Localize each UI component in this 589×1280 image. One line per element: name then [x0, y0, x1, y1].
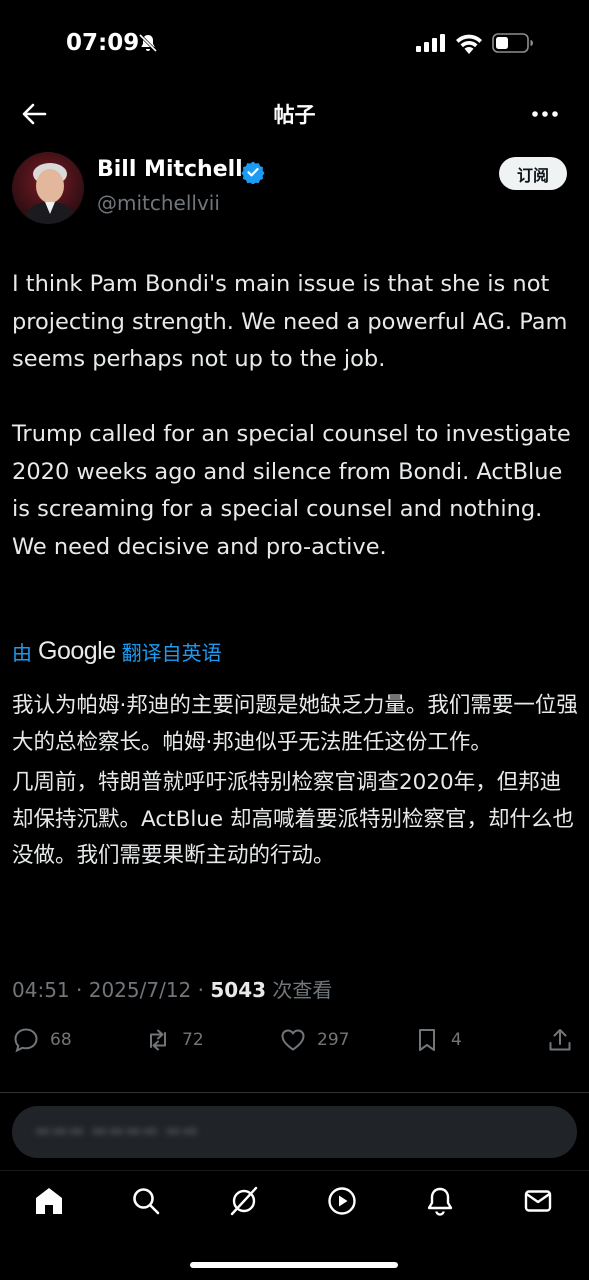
translation-prefix: 由	[12, 641, 32, 665]
meta-separator: ·	[76, 978, 83, 1002]
repost-count: 72	[182, 1030, 204, 1050]
avatar-image	[12, 152, 84, 224]
battery-icon	[492, 33, 533, 53]
author-name[interactable]: Bill Mitchell	[97, 157, 243, 182]
translation-source: 翻译自英语	[121, 641, 222, 665]
bookmark-count: 4	[451, 1030, 462, 1050]
reply-placeholder-blurred: ▬▬▬ ▬▬▬▬ ▬▬	[34, 1120, 199, 1141]
translated-paragraph: 我认为帕姆·邦迪的主要问题是她缺乏力量。我们需要一位强大的总检察长。帕姆·邦迪似…	[12, 693, 578, 755]
page-title: 帖子	[273, 103, 316, 127]
author-avatar[interactable]	[12, 152, 84, 224]
subscribe-button[interactable]: 订阅	[499, 157, 567, 190]
share-button[interactable]	[546, 1026, 584, 1054]
translation-attribution[interactable]: 由 Google 翻译自英语	[12, 637, 222, 666]
view-count-label: 次查看	[272, 978, 333, 1002]
home-indicator	[190, 1262, 398, 1268]
messages-mail-icon[interactable]	[522, 1185, 554, 1217]
heart-icon	[281, 1029, 305, 1051]
notifications-bell-icon[interactable]	[424, 1185, 456, 1217]
bookmark-button[interactable]: 4	[413, 1026, 462, 1054]
tweet-actions: 68 72 297 4	[0, 1026, 589, 1062]
repost-button[interactable]: 72	[144, 1026, 204, 1054]
translated-text: 我认为帕姆·邦迪的主要问题是她缺乏力量。我们需要一位强大的总检察长。帕姆·邦迪似…	[12, 688, 578, 879]
tweet-meta: 04:51 · 2025/7/12 · 5043 次查看	[12, 974, 332, 1003]
translated-paragraph: 几周前，特朗普就呼吁派特别检察官调查2020年，但邦迪却保持沉默。ActBlue…	[12, 770, 574, 868]
tweet-paragraph: Trump called for an special counsel to i…	[12, 421, 571, 560]
more-options-icon[interactable]	[530, 102, 560, 126]
search-icon[interactable]	[130, 1185, 162, 1217]
bookmark-icon	[419, 1029, 435, 1051]
tweet-date: 2025/7/12	[88, 978, 192, 1002]
view-count[interactable]: 5043	[210, 978, 266, 1002]
repost-icon	[150, 1029, 166, 1051]
reply-count: 68	[50, 1030, 72, 1050]
divider	[0, 1092, 589, 1093]
home-icon[interactable]	[33, 1185, 65, 1217]
bottom-tab-bar	[0, 1170, 589, 1234]
share-icon	[549, 1029, 571, 1051]
wifi-icon	[456, 34, 482, 54]
author-handle[interactable]: @mitchellvii	[97, 191, 220, 215]
reply-button[interactable]: 68	[12, 1026, 72, 1054]
cellular-signal-icon	[416, 34, 445, 52]
tweet-body: I think Pam Bondi's main issue is that s…	[12, 266, 578, 566]
like-button[interactable]: 297	[279, 1026, 349, 1054]
status-time: 07:09	[66, 30, 140, 56]
meta-separator: ·	[197, 978, 204, 1002]
like-count: 297	[317, 1030, 350, 1050]
status-bar: 07:09	[0, 0, 589, 88]
verified-badge-icon	[241, 161, 265, 184]
tweet-time: 04:51	[12, 978, 70, 1002]
tweet-paragraph: I think Pam Bondi's main issue is that s…	[12, 271, 568, 372]
google-logo: Google	[38, 637, 116, 665]
bell-off-icon	[138, 33, 158, 53]
top-nav-bar: 帖子	[0, 88, 589, 140]
reply-icon	[14, 1028, 38, 1053]
reply-input[interactable]: ▬▬▬ ▬▬▬▬ ▬▬	[12, 1106, 577, 1158]
video-play-icon[interactable]	[326, 1185, 358, 1217]
grok-icon[interactable]	[228, 1185, 260, 1217]
